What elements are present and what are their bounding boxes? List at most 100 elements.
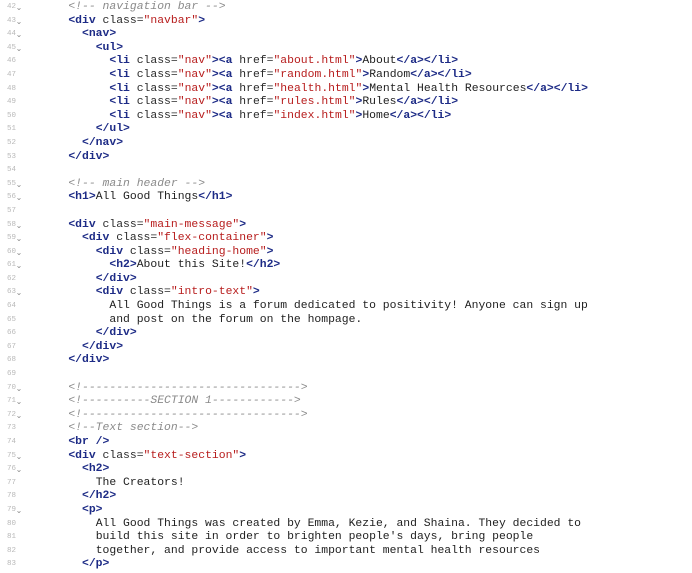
code-line[interactable]: 63 ⌄ <div class="intro-text"> [0, 286, 692, 300]
code-line[interactable]: 67 </div> [0, 341, 692, 355]
code-line[interactable]: 59 ⌄ <div class="flex-container"> [0, 232, 692, 246]
code-text[interactable]: </div> [41, 341, 123, 355]
code-text[interactable]: <ul> [41, 42, 123, 56]
code-text[interactable]: </h2> [41, 490, 116, 504]
code-editor[interactable]: 42 ⌄ <!-- navigation bar --> 43 ⌄ <div clas… [0, 1, 692, 573]
code-line[interactable]: 74 <br /> [0, 436, 692, 450]
code-text[interactable]: <h1>All Good Things</h1> [41, 191, 232, 205]
code-text[interactable]: All Good Things was created by Emma, Kez… [41, 518, 581, 532]
code-line[interactable]: 47 <li class="nav"><a href="random.html"… [0, 69, 692, 83]
code-text[interactable]: <br /> [41, 436, 109, 450]
code-line[interactable]: 58 ⌄ <div class="main-message"> [0, 219, 692, 233]
code-line[interactable]: 81 build this site in order to brighten … [0, 531, 692, 545]
code-text[interactable]: <nav> [41, 28, 116, 42]
code-line[interactable]: 79 ⌄ <p> [0, 504, 692, 518]
fold-chevron-icon[interactable]: ⌄ [15, 42, 23, 56]
fold-chevron-icon[interactable]: ⌄ [15, 463, 23, 477]
code-text[interactable]: <li class="nav"><a href="rules.html">Rul… [41, 96, 458, 110]
code-line[interactable]: 62 </div> [0, 273, 692, 287]
fold-chevron-icon[interactable]: ⌄ [15, 286, 23, 300]
code-line[interactable]: 57 [0, 205, 692, 219]
fold-chevron-icon[interactable]: ⌄ [15, 15, 23, 29]
fold-chevron-icon[interactable]: ⌄ [15, 219, 23, 233]
code-text[interactable]: <!----------SECTION 1------------> [41, 395, 300, 409]
code-line[interactable]: 61 ⌄ <h2>About this Site!</h2> [0, 259, 692, 273]
code-line[interactable]: 42 ⌄ <!-- navigation bar --> [0, 1, 692, 15]
code-text[interactable]: The Creators! [41, 477, 185, 491]
line-number: 74 [6, 438, 16, 446]
code-text[interactable]: <div class="intro-text"> [41, 286, 260, 300]
code-line[interactable]: 44 ⌄ <nav> [0, 28, 692, 42]
code-line[interactable]: 52 </nav> [0, 137, 692, 151]
code-text[interactable]: <div class="heading-home"> [41, 246, 274, 260]
code-text[interactable]: </nav> [41, 137, 123, 151]
fold-chevron-icon[interactable]: ⌄ [15, 504, 23, 518]
fold-chevron-icon[interactable]: ⌄ [15, 409, 23, 423]
fold-chevron-icon[interactable]: ⌄ [15, 246, 23, 260]
code-text[interactable]: </div> [41, 273, 137, 287]
code-line[interactable]: 53 </div> [0, 151, 692, 165]
code-text[interactable]: <div class="flex-container"> [41, 232, 273, 246]
code-line[interactable]: 50 <li class="nav"><a href="index.html">… [0, 110, 692, 124]
code-text[interactable]: <!--Text section--> [41, 422, 198, 436]
code-line[interactable]: 68 </div> [0, 354, 692, 368]
code-text[interactable]: <p> [41, 504, 103, 518]
fold-chevron-icon[interactable]: ⌄ [15, 259, 23, 273]
code-line[interactable]: 65 and post on the forum on the hompage. [0, 314, 692, 328]
code-line[interactable]: 56 ⌄ <h1>All Good Things</h1> [0, 191, 692, 205]
code-line[interactable]: 82 together, and provide access to impor… [0, 545, 692, 559]
code-line[interactable]: 49 <li class="nav"><a href="rules.html">… [0, 96, 692, 110]
code-line[interactable]: 43 ⌄ <div class="navbar"> [0, 15, 692, 29]
fold-chevron-icon[interactable]: ⌄ [15, 382, 23, 396]
code-text[interactable]: </div> [41, 354, 109, 368]
fold-chevron-icon[interactable]: ⌄ [15, 395, 23, 409]
code-text[interactable]: <!--------------------------------> [41, 409, 307, 423]
code-line[interactable]: 80 All Good Things was created by Emma, … [0, 518, 692, 532]
code-text[interactable]: <li class="nav"><a href="random.html">Ra… [41, 69, 471, 83]
code-line[interactable]: 83 </p> [0, 558, 692, 572]
code-line[interactable]: 72 ⌄ <!--------------------------------> [0, 409, 692, 423]
code-line[interactable]: 54 [0, 164, 692, 178]
code-line[interactable]: 70 ⌄ <!--------------------------------> [0, 382, 692, 396]
fold-chevron-icon[interactable]: ⌄ [15, 178, 23, 192]
code-line[interactable]: 66 </div> [0, 327, 692, 341]
code-text[interactable]: </ul> [41, 123, 130, 137]
code-text[interactable]: <!--------------------------------> [41, 382, 307, 396]
code-line[interactable]: 48 <li class="nav"><a href="health.html"… [0, 83, 692, 97]
code-line[interactable]: 78 </h2> [0, 490, 692, 504]
code-line[interactable]: 75 ⌄ <div class="text-section"> [0, 450, 692, 464]
code-text[interactable]: <div class="text-section"> [41, 450, 246, 464]
code-text[interactable]: build this site in order to brighten peo… [41, 531, 533, 545]
code-text[interactable]: <h2>About this Site!</h2> [41, 259, 280, 273]
code-line[interactable]: 64 All Good Things is a forum dedicated … [0, 300, 692, 314]
code-text[interactable]: </p> [41, 558, 109, 572]
code-text[interactable]: <div class="main-message"> [41, 219, 246, 233]
code-text[interactable]: </div> [41, 151, 109, 165]
code-text[interactable]: <li class="nav"><a href="about.html">Abo… [41, 55, 458, 69]
code-text[interactable]: <h2> [41, 463, 109, 477]
code-line[interactable]: 45 ⌄ <ul> [0, 42, 692, 56]
code-text[interactable]: <li class="nav"><a href="health.html">Me… [41, 83, 588, 97]
code-text[interactable]: <li class="nav"><a href="index.html">Hom… [41, 110, 451, 124]
code-line[interactable]: 60 ⌄ <div class="heading-home"> [0, 246, 692, 260]
code-line[interactable]: 46 <li class="nav"><a href="about.html">… [0, 55, 692, 69]
code-line[interactable]: 69 [0, 368, 692, 382]
code-text[interactable]: together, and provide access to importan… [41, 545, 540, 559]
code-text[interactable]: All Good Things is a forum dedicated to … [41, 300, 588, 314]
code-text[interactable]: <!-- navigation bar --> [41, 1, 225, 15]
fold-chevron-icon[interactable]: ⌄ [15, 232, 23, 246]
fold-chevron-icon[interactable]: ⌄ [15, 450, 23, 464]
fold-chevron-icon[interactable]: ⌄ [15, 28, 23, 42]
code-line[interactable]: 73 <!--Text section--> [0, 422, 692, 436]
fold-chevron-icon[interactable]: ⌄ [15, 1, 23, 15]
code-text[interactable]: <!-- main header --> [41, 178, 205, 192]
code-line[interactable]: 77 The Creators! [0, 477, 692, 491]
code-line[interactable]: 76 ⌄ <h2> [0, 463, 692, 477]
code-text[interactable]: and post on the forum on the hompage. [41, 314, 362, 328]
code-line[interactable]: 71 ⌄ <!----------SECTION 1------------> [0, 395, 692, 409]
code-text[interactable]: </div> [41, 327, 137, 341]
fold-chevron-icon[interactable]: ⌄ [15, 191, 23, 205]
code-line[interactable]: 55 ⌄ <!-- main header --> [0, 178, 692, 192]
code-text[interactable]: <div class="navbar"> [41, 15, 205, 29]
code-line[interactable]: 51 </ul> [0, 123, 692, 137]
